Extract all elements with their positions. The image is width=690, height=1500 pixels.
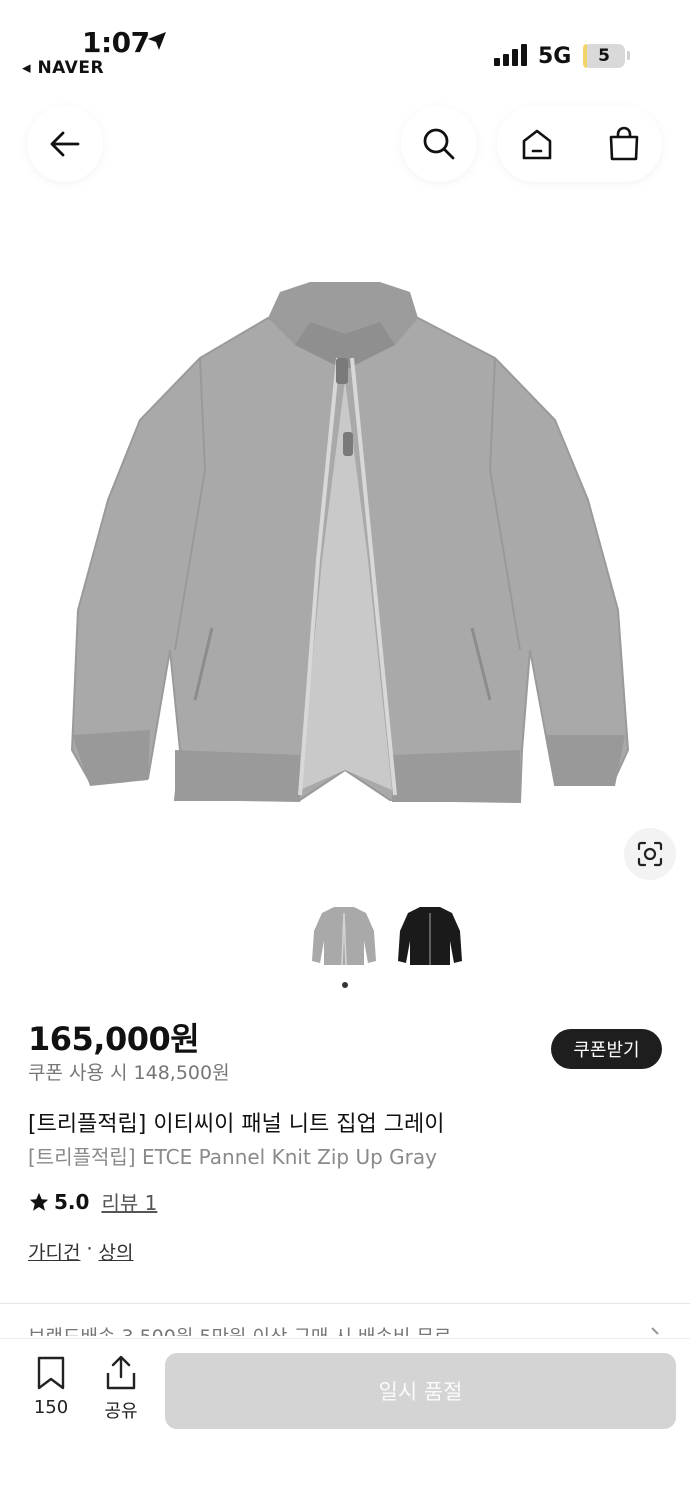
star-icon bbox=[29, 1192, 49, 1211]
color-thumbnails bbox=[308, 900, 466, 972]
bookmark-icon bbox=[37, 1356, 65, 1390]
share-label: 공유 bbox=[104, 1401, 138, 1422]
back-arrow-icon bbox=[50, 131, 80, 157]
status-time: 1:07 bbox=[82, 26, 150, 59]
shipping-info[interactable]: 브랜드배송 3,500원 5만원 이상 구매 시 배송비 무료 bbox=[28, 1322, 628, 1336]
get-coupon-button[interactable]: 쿠폰받기 bbox=[551, 1029, 662, 1069]
lens-icon bbox=[637, 841, 663, 867]
header-actions-pill bbox=[497, 106, 662, 182]
rating: 5.0 리뷰 1 bbox=[28, 1187, 157, 1216]
review-link[interactable]: 리뷰 1 bbox=[101, 1187, 157, 1216]
search-icon bbox=[423, 128, 455, 160]
image-search-button[interactable] bbox=[624, 828, 676, 880]
back-to-app-link[interactable]: ◂ NAVER bbox=[22, 58, 104, 78]
rating-score: 5.0 bbox=[54, 1189, 90, 1214]
coupon-price: 쿠폰 사용 시 148,500원 bbox=[28, 1062, 230, 1084]
category-separator: · bbox=[86, 1238, 93, 1260]
battery-icon: 5 bbox=[583, 44, 625, 68]
status-bar: 1:07 ◂ NAVER 5G 5 bbox=[0, 0, 690, 90]
battery-percent: 5 bbox=[598, 46, 610, 66]
jacket-illustration bbox=[70, 282, 630, 804]
product-title: [트리플적립] 이티씨이 패널 니트 집업 그레이 bbox=[28, 1112, 445, 1137]
thumbnail-gray[interactable] bbox=[308, 900, 380, 972]
section-divider bbox=[0, 1303, 690, 1304]
bottom-action-bar: 150 공유 일시 품절 bbox=[0, 1338, 690, 1500]
share-button[interactable]: 공유 bbox=[94, 1355, 148, 1423]
signal-icon bbox=[494, 44, 527, 66]
thumbnail-black[interactable] bbox=[394, 900, 466, 972]
product-image[interactable] bbox=[0, 230, 690, 870]
soldout-button[interactable]: 일시 품절 bbox=[165, 1353, 676, 1429]
carousel-indicator bbox=[342, 982, 348, 988]
search-button[interactable] bbox=[401, 106, 477, 182]
share-icon bbox=[106, 1355, 136, 1390]
shopping-bag-icon bbox=[609, 126, 639, 161]
battery-tip bbox=[627, 51, 630, 60]
bookmark-count: 150 bbox=[33, 1397, 69, 1418]
product-subtitle: [트리플적립] ETCE Pannel Knit Zip Up Gray bbox=[28, 1145, 437, 1169]
bookmark-button[interactable]: 150 bbox=[24, 1355, 78, 1418]
network-type: 5G bbox=[538, 44, 572, 69]
back-button[interactable] bbox=[27, 106, 103, 182]
cart-button[interactable] bbox=[586, 106, 662, 182]
black-jacket-thumb bbox=[398, 907, 462, 965]
home-button[interactable] bbox=[499, 106, 575, 182]
chevron-right-icon bbox=[651, 1327, 659, 1335]
location-arrow-icon bbox=[148, 32, 166, 50]
gray-jacket-thumb bbox=[312, 907, 376, 966]
category-tops[interactable]: 상의 bbox=[99, 1238, 134, 1265]
product-price: 165,000원 bbox=[28, 1020, 200, 1058]
home-icon bbox=[522, 129, 552, 160]
category-cardigan[interactable]: 가디건 bbox=[28, 1238, 80, 1265]
category-breadcrumb: 가디건 · 상의 bbox=[28, 1238, 133, 1265]
